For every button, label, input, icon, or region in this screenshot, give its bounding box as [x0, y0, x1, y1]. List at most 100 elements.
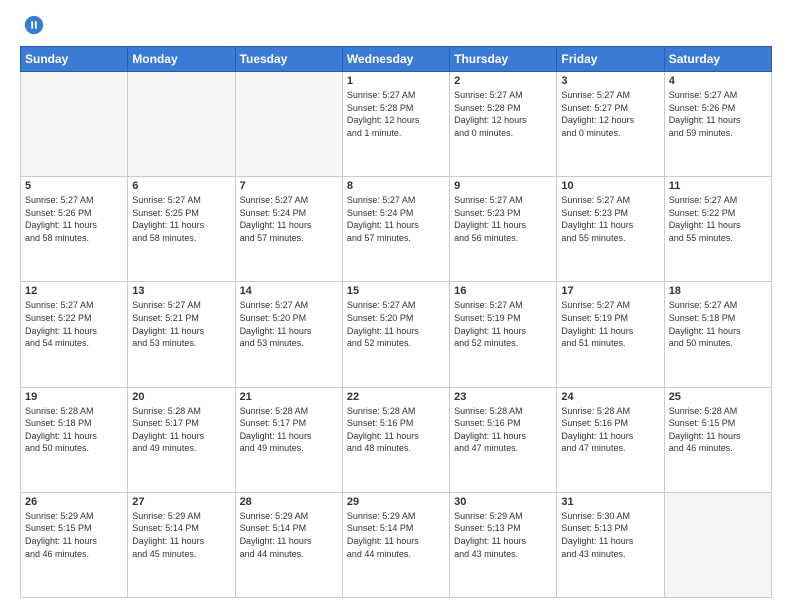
day-number: 25	[669, 391, 767, 403]
calendar-cell: 22Sunrise: 5:28 AM Sunset: 5:16 PM Dayli…	[342, 387, 449, 492]
weekday-header: Friday	[557, 47, 664, 72]
day-info: Sunrise: 5:27 AM Sunset: 5:23 PM Dayligh…	[454, 194, 552, 244]
day-number: 23	[454, 391, 552, 403]
calendar-cell: 10Sunrise: 5:27 AM Sunset: 5:23 PM Dayli…	[557, 177, 664, 282]
day-number: 28	[240, 496, 338, 508]
day-info: Sunrise: 5:29 AM Sunset: 5:14 PM Dayligh…	[347, 510, 445, 560]
day-number: 12	[25, 285, 123, 297]
day-info: Sunrise: 5:27 AM Sunset: 5:24 PM Dayligh…	[347, 194, 445, 244]
calendar-cell	[235, 72, 342, 177]
day-info: Sunrise: 5:28 AM Sunset: 5:17 PM Dayligh…	[132, 405, 230, 455]
day-number: 9	[454, 180, 552, 192]
calendar-cell	[128, 72, 235, 177]
header	[20, 18, 772, 36]
calendar-cell: 9 Sunrise: 5:27 AM Sunset: 5:23 PM Daylig…	[450, 177, 557, 282]
day-info: Sunrise: 5:27 AM Sunset: 5:20 PM Dayligh…	[347, 299, 445, 349]
day-number: 20	[132, 391, 230, 403]
day-info: Sunrise: 5:27 AM Sunset: 5:19 PM Dayligh…	[454, 299, 552, 349]
calendar-cell: 25 Sunrise: 5:28 AM Sunset: 5:15 PM Dayli…	[664, 387, 771, 492]
page: SundayMondayTuesdayWednesdayThursdayFrid…	[0, 0, 792, 612]
day-info: Sunrise: 5:28 AM Sunset: 5:15 PM Dayligh…	[669, 405, 767, 455]
calendar-week-row: 5Sunrise: 5:27 AM Sunset: 5:26 PM Daylig…	[21, 177, 772, 282]
day-info: Sunrise: 5:27 AM Sunset: 5:22 PM Dayligh…	[669, 194, 767, 244]
calendar-cell: 18 Sunrise: 5:27 AM Sunset: 5:18 PM Dayli…	[664, 282, 771, 387]
calendar-table: SundayMondayTuesdayWednesdayThursdayFrid…	[20, 46, 772, 598]
day-info: Sunrise: 5:27 AM Sunset: 5:22 PM Dayligh…	[25, 299, 123, 349]
day-number: 22	[347, 391, 445, 403]
day-info: Sunrise: 5:28 AM Sunset: 5:18 PM Dayligh…	[25, 405, 123, 455]
calendar-cell: 3 Sunrise: 5:27 AM Sunset: 5:27 PM Daylig…	[557, 72, 664, 177]
day-info: Sunrise: 5:27 AM Sunset: 5:24 PM Dayligh…	[240, 194, 338, 244]
calendar-cell: 27 Sunrise: 5:29 AM Sunset: 5:14 PM Dayli…	[128, 492, 235, 597]
weekday-header: Sunday	[21, 47, 128, 72]
day-info: Sunrise: 5:27 AM Sunset: 5:21 PM Dayligh…	[132, 299, 230, 349]
day-number: 1	[347, 75, 445, 87]
calendar-cell: 29 Sunrise: 5:29 AM Sunset: 5:14 PM Dayli…	[342, 492, 449, 597]
day-info: Sunrise: 5:27 AM Sunset: 5:28 PM Dayligh…	[347, 89, 445, 139]
day-number: 21	[240, 391, 338, 403]
logo	[20, 22, 45, 36]
calendar-cell: 30Sunrise: 5:29 AM Sunset: 5:13 PM Dayli…	[450, 492, 557, 597]
calendar-cell: 17 Sunrise: 5:27 AM Sunset: 5:19 PM Dayli…	[557, 282, 664, 387]
weekday-header: Monday	[128, 47, 235, 72]
calendar-week-row: 26Sunrise: 5:29 AM Sunset: 5:15 PM Dayli…	[21, 492, 772, 597]
calendar-cell: 24Sunrise: 5:28 AM Sunset: 5:16 PM Dayli…	[557, 387, 664, 492]
weekday-header: Wednesday	[342, 47, 449, 72]
calendar-cell: 28 Sunrise: 5:29 AM Sunset: 5:14 PM Dayli…	[235, 492, 342, 597]
calendar-cell: 7 Sunrise: 5:27 AM Sunset: 5:24 PM Daylig…	[235, 177, 342, 282]
day-number: 26	[25, 496, 123, 508]
day-number: 11	[669, 180, 767, 192]
day-number: 18	[669, 285, 767, 297]
calendar-cell: 6Sunrise: 5:27 AM Sunset: 5:25 PM Daylig…	[128, 177, 235, 282]
day-info: Sunrise: 5:27 AM Sunset: 5:26 PM Dayligh…	[669, 89, 767, 139]
calendar-cell: 8 Sunrise: 5:27 AM Sunset: 5:24 PM Daylig…	[342, 177, 449, 282]
day-number: 15	[347, 285, 445, 297]
calendar-cell	[664, 492, 771, 597]
calendar-header-row: SundayMondayTuesdayWednesdayThursdayFrid…	[21, 47, 772, 72]
calendar-cell: 13 Sunrise: 5:27 AM Sunset: 5:21 PM Dayli…	[128, 282, 235, 387]
weekday-header: Tuesday	[235, 47, 342, 72]
day-info: Sunrise: 5:30 AM Sunset: 5:13 PM Dayligh…	[561, 510, 659, 560]
day-number: 14	[240, 285, 338, 297]
day-number: 8	[347, 180, 445, 192]
calendar-cell: 1 Sunrise: 5:27 AM Sunset: 5:28 PM Daylig…	[342, 72, 449, 177]
calendar-cell: 23 Sunrise: 5:28 AM Sunset: 5:16 PM Dayli…	[450, 387, 557, 492]
day-info: Sunrise: 5:29 AM Sunset: 5:14 PM Dayligh…	[240, 510, 338, 560]
day-info: Sunrise: 5:27 AM Sunset: 5:20 PM Dayligh…	[240, 299, 338, 349]
day-number: 27	[132, 496, 230, 508]
day-info: Sunrise: 5:27 AM Sunset: 5:18 PM Dayligh…	[669, 299, 767, 349]
calendar-week-row: 19 Sunrise: 5:28 AM Sunset: 5:18 PM Dayli…	[21, 387, 772, 492]
weekday-header: Thursday	[450, 47, 557, 72]
calendar-cell: 21 Sunrise: 5:28 AM Sunset: 5:17 PM Dayli…	[235, 387, 342, 492]
day-info: Sunrise: 5:27 AM Sunset: 5:28 PM Dayligh…	[454, 89, 552, 139]
day-number: 30	[454, 496, 552, 508]
calendar-cell	[21, 72, 128, 177]
calendar-cell: 2 Sunrise: 5:27 AM Sunset: 5:28 PM Daylig…	[450, 72, 557, 177]
calendar-cell: 4 Sunrise: 5:27 AM Sunset: 5:26 PM Daylig…	[664, 72, 771, 177]
day-number: 29	[347, 496, 445, 508]
day-number: 4	[669, 75, 767, 87]
day-info: Sunrise: 5:28 AM Sunset: 5:16 PM Dayligh…	[561, 405, 659, 455]
day-number: 31	[561, 496, 659, 508]
day-info: Sunrise: 5:28 AM Sunset: 5:16 PM Dayligh…	[454, 405, 552, 455]
day-info: Sunrise: 5:27 AM Sunset: 5:26 PM Dayligh…	[25, 194, 123, 244]
calendar-cell: 11 Sunrise: 5:27 AM Sunset: 5:22 PM Dayli…	[664, 177, 771, 282]
day-info: Sunrise: 5:27 AM Sunset: 5:19 PM Dayligh…	[561, 299, 659, 349]
day-info: Sunrise: 5:27 AM Sunset: 5:27 PM Dayligh…	[561, 89, 659, 139]
day-number: 13	[132, 285, 230, 297]
day-info: Sunrise: 5:27 AM Sunset: 5:23 PM Dayligh…	[561, 194, 659, 244]
calendar-week-row: 12 Sunrise: 5:27 AM Sunset: 5:22 PM Dayli…	[21, 282, 772, 387]
day-number: 16	[454, 285, 552, 297]
day-number: 2	[454, 75, 552, 87]
calendar-cell: 15 Sunrise: 5:27 AM Sunset: 5:20 PM Dayli…	[342, 282, 449, 387]
calendar-cell: 5Sunrise: 5:27 AM Sunset: 5:26 PM Daylig…	[21, 177, 128, 282]
day-info: Sunrise: 5:28 AM Sunset: 5:17 PM Dayligh…	[240, 405, 338, 455]
day-info: Sunrise: 5:27 AM Sunset: 5:25 PM Dayligh…	[132, 194, 230, 244]
day-number: 17	[561, 285, 659, 297]
day-number: 19	[25, 391, 123, 403]
day-number: 7	[240, 180, 338, 192]
day-number: 3	[561, 75, 659, 87]
day-info: Sunrise: 5:29 AM Sunset: 5:14 PM Dayligh…	[132, 510, 230, 560]
calendar-cell: 31 Sunrise: 5:30 AM Sunset: 5:13 PM Dayli…	[557, 492, 664, 597]
weekday-header: Saturday	[664, 47, 771, 72]
